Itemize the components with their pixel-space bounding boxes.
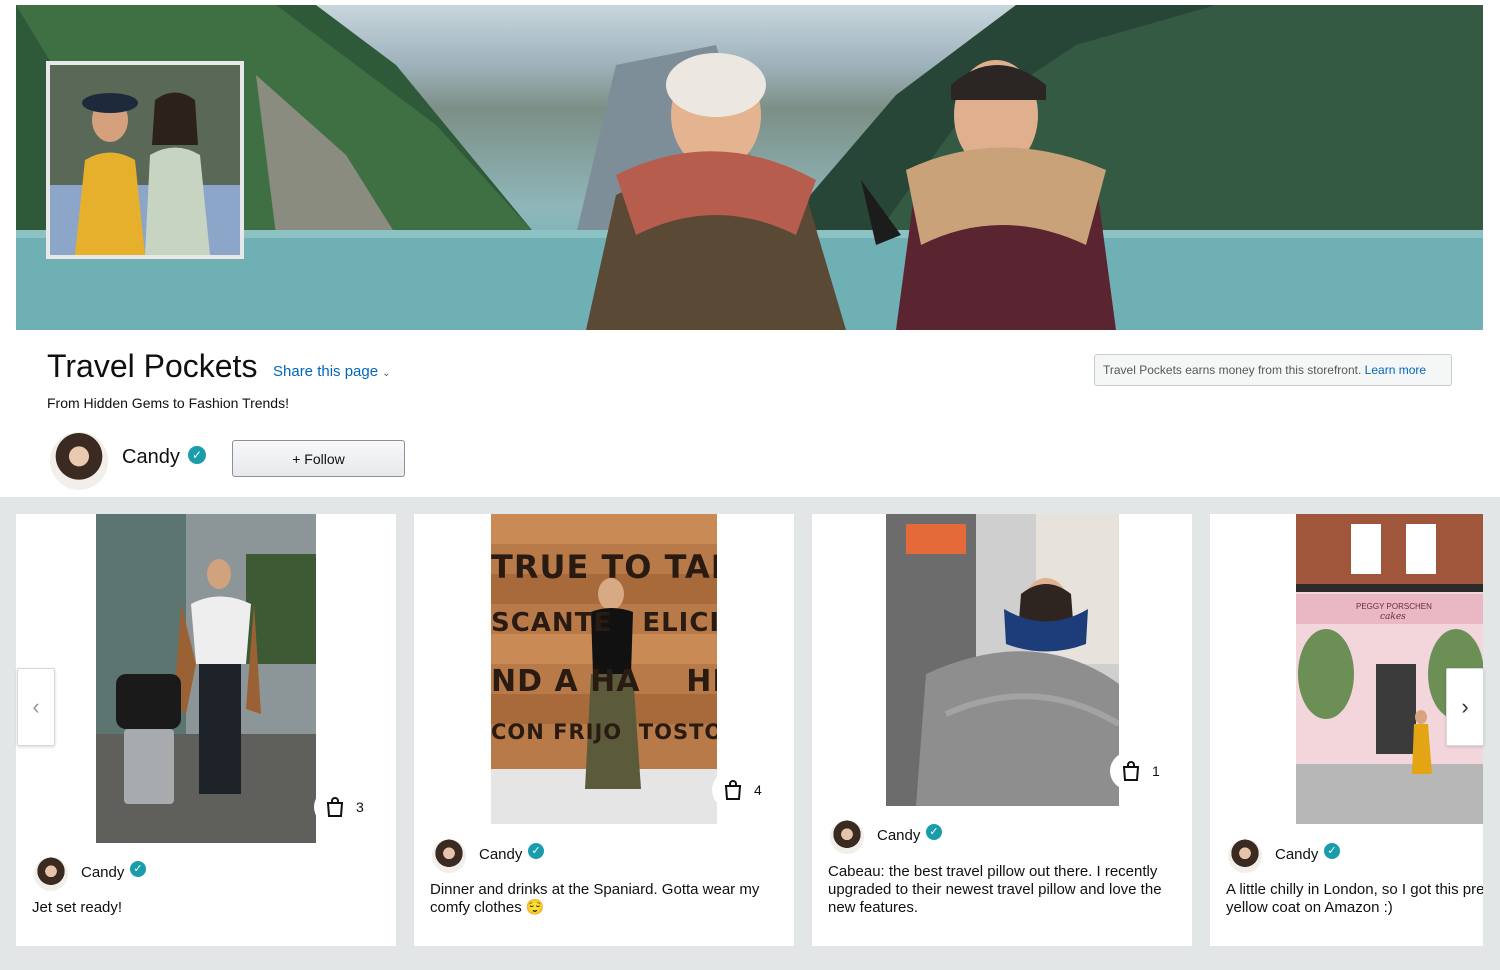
verified-check-icon: ✓ (1324, 843, 1340, 859)
photo-sign-line: CON FRIJO TOSTON (491, 720, 717, 744)
profile-photo-image (50, 65, 240, 255)
post-author-name[interactable]: Candy (479, 846, 522, 863)
product-count-badge[interactable]: 1 (1110, 752, 1192, 790)
photo-shop-sign: PEGGY PORSCHEN (1356, 602, 1432, 611)
share-page-label: Share this page (273, 363, 379, 380)
product-count-badge[interactable]: 3 (314, 788, 396, 826)
chevron-left-icon: ‹ (32, 694, 40, 719)
creator-avatar[interactable] (50, 432, 108, 490)
verified-check-icon: ✓ (188, 446, 206, 464)
post-card[interactable]: TRUE TO TAM SCANTE ELICIO ND A HA HEAR C… (414, 514, 794, 946)
photo-sign-line: SCANTE ELICIO (491, 608, 717, 638)
post-card[interactable]: PEGGY PORSCHEN cakes Candy ✓ A little ch… (1210, 514, 1483, 946)
post-caption: A little chilly in London, so I got this… (1226, 881, 1483, 916)
profile-photo (46, 61, 244, 259)
post-author-name[interactable]: Candy (1275, 846, 1318, 863)
carousel-next-button[interactable]: › (1446, 668, 1484, 746)
creator-name[interactable]: Candy (122, 446, 180, 469)
verified-check-icon: ✓ (528, 843, 544, 859)
post-author-avatar[interactable] (432, 839, 466, 873)
carousel-prev-button[interactable]: ‹ (17, 668, 55, 746)
post-card[interactable]: 3 Candy ✓ Jet set ready! (16, 514, 396, 946)
post-author-avatar[interactable] (830, 820, 864, 854)
chevron-down-icon: ⌄ (382, 368, 391, 379)
post-author-avatar[interactable] (1228, 839, 1262, 873)
share-page-link[interactable]: Share this page ⌄ (273, 363, 390, 380)
verified-check-icon: ✓ (130, 861, 146, 877)
shopping-bag-icon (1122, 761, 1140, 781)
store-tagline: From Hidden Gems to Fashion Trends! (47, 395, 289, 411)
store-title: Travel Pockets (47, 348, 258, 384)
cover-banner (16, 5, 1483, 330)
product-count: 4 (754, 782, 762, 798)
post-author-name[interactable]: Candy (877, 827, 920, 844)
earnings-disclosure-text: Travel Pockets earns money from this sto… (1103, 363, 1362, 377)
shopping-bag-icon (326, 797, 344, 817)
post-image[interactable] (96, 514, 316, 843)
post-card[interactable]: 1 Candy ✓ Cabeau: the best travel pillow… (812, 514, 1192, 946)
earnings-disclosure: Travel Pockets earns money from this sto… (1094, 354, 1452, 386)
posts-carousel: 3 Candy ✓ Jet set ready! TRUE TO TAM SCA… (0, 497, 1500, 970)
product-count-badge[interactable]: 4 (712, 771, 794, 809)
post-author-avatar[interactable] (34, 857, 68, 891)
photo-sign-line: ND A HA HEAR (491, 664, 717, 699)
post-caption: Dinner and drinks at the Spaniard. Gotta… (430, 881, 760, 916)
post-author-name[interactable]: Candy (81, 864, 124, 881)
post-image[interactable]: TRUE TO TAM SCANTE ELICIO ND A HA HEAR C… (491, 514, 717, 824)
follow-button[interactable]: + Follow (232, 440, 405, 477)
verified-check-icon: ✓ (926, 824, 942, 840)
photo-sign-line: TRUE TO TAM (491, 548, 717, 586)
product-count: 1 (1152, 763, 1160, 779)
learn-more-link[interactable]: Learn more (1365, 363, 1426, 377)
post-caption: Cabeau: the best travel pillow out there… (828, 863, 1162, 916)
product-count: 3 (356, 799, 364, 815)
chevron-right-icon: › (1461, 694, 1469, 719)
post-caption: Jet set ready! (32, 899, 123, 916)
shopping-bag-icon (724, 780, 742, 800)
photo-shop-sign-sub: cakes (1380, 612, 1406, 622)
post-image[interactable] (886, 514, 1119, 806)
